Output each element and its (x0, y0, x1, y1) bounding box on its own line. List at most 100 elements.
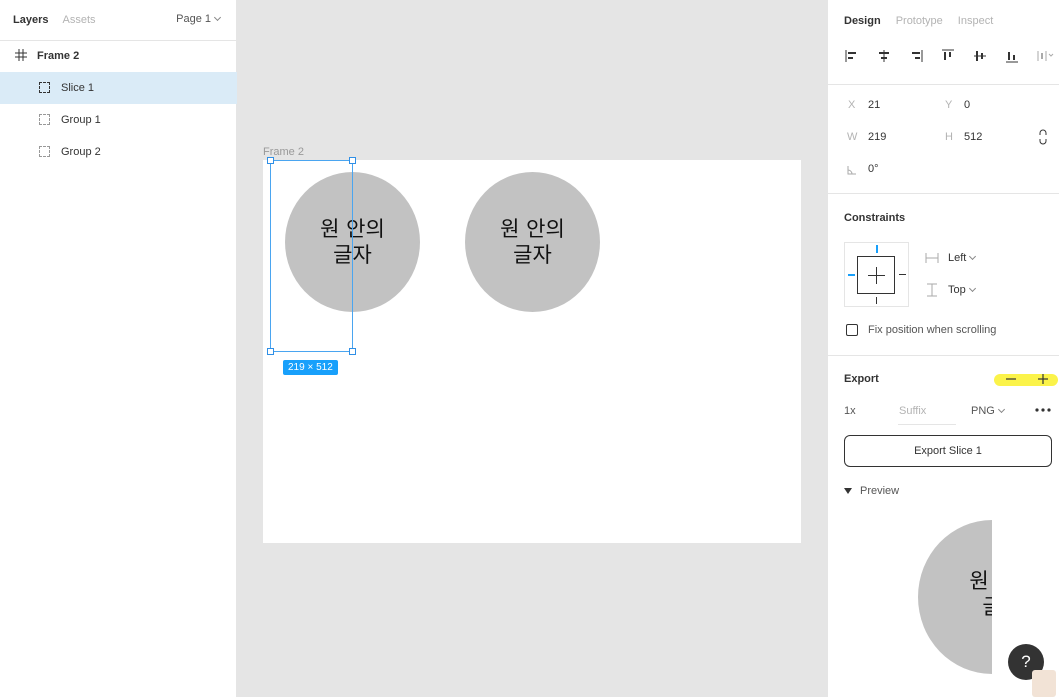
export-preview-image: 원 안 글 (918, 520, 992, 674)
tab-inspect[interactable]: Inspect (958, 15, 993, 27)
tab-prototype[interactable]: Prototype (896, 15, 943, 27)
layer-label: Frame 2 (37, 50, 80, 62)
layer-slice-1[interactable]: Slice 1 (0, 72, 237, 104)
layer-label: Slice 1 (61, 82, 95, 94)
circle-text-line2: 글자 (513, 243, 552, 267)
preview-text-line2: 글 (982, 595, 992, 619)
resize-handle-tr[interactable] (349, 157, 356, 164)
fix-position-checkbox[interactable] (846, 324, 858, 336)
align-horizontal-center-button[interactable] (876, 44, 908, 68)
circle-text-line1: 원 안의 (500, 217, 565, 241)
group-icon (39, 114, 50, 125)
rotation-icon (847, 166, 856, 175)
chevron-down-icon (968, 284, 976, 293)
preview-toggle[interactable]: Preview (860, 485, 899, 497)
alignment-toolbar (844, 44, 1059, 68)
vertical-constraint-dropdown[interactable]: Top (948, 284, 976, 296)
height-input[interactable]: 512 (964, 131, 982, 143)
group-icon (39, 146, 50, 157)
export-button-label: Export Slice 1 (914, 445, 982, 457)
constraint-left-indicator[interactable] (848, 274, 855, 276)
divider (828, 193, 1059, 194)
export-scale-dropdown[interactable]: 1x (844, 405, 856, 417)
plus-icon[interactable] (1037, 373, 1049, 385)
export-format-value: PNG (971, 405, 995, 417)
circle-group-2[interactable]: 원 안의 글자 (465, 172, 600, 312)
help-icon: ? (1021, 652, 1031, 671)
align-top-icon (942, 49, 954, 60)
distribute-button[interactable] (1036, 44, 1059, 68)
properties-panel: Design Prototype Inspect X 21 Y 0 W 219 … (827, 0, 1059, 697)
constraint-inner-box (857, 256, 895, 294)
x-label: X (848, 99, 856, 111)
export-slice-button[interactable]: Export Slice 1 (844, 435, 1052, 467)
layers-panel: Layers Assets Page 1 Frame 2 Slice 1 Gro… (0, 0, 237, 697)
layer-frame-2[interactable]: Frame 2 (0, 40, 237, 72)
align-top-button[interactable] (940, 44, 972, 68)
chevron-down-icon (969, 252, 977, 261)
horizontal-constraint-icon (925, 253, 939, 263)
canvas[interactable]: Frame 2 원 안의 글자 원 안의 글자 219 × 512 (237, 0, 827, 697)
width-input[interactable]: 219 (868, 131, 886, 143)
right-panel-tabs: Design Prototype Inspect (828, 0, 1059, 41)
fix-position-label: Fix position when scrolling (868, 324, 997, 336)
avatar-thumbnail (1032, 670, 1056, 697)
chevron-down-icon (213, 13, 222, 22)
y-input[interactable]: 0 (964, 99, 970, 111)
resize-handle-br[interactable] (349, 348, 356, 355)
constraint-top-indicator[interactable] (876, 245, 878, 253)
constraint-center-h[interactable] (868, 275, 885, 276)
export-suffix-input[interactable]: Suffix (899, 405, 926, 417)
align-left-icon (845, 50, 856, 62)
y-label: Y (945, 99, 953, 111)
caret-down-icon[interactable] (844, 488, 852, 494)
align-right-button[interactable] (908, 44, 940, 68)
w-label: W (847, 131, 858, 143)
horizontal-constraint-dropdown[interactable]: Left (948, 252, 977, 264)
layer-label: Group 1 (61, 114, 101, 126)
suffix-underline (898, 424, 956, 425)
distribute-icon (1037, 51, 1054, 61)
rotation-input[interactable]: 0° (868, 163, 879, 175)
tab-assets[interactable]: Assets (62, 14, 95, 26)
align-bottom-icon (1006, 52, 1018, 63)
preview-text: 원 안 글 (940, 568, 992, 620)
layer-group-2[interactable]: Group 2 (0, 136, 237, 168)
align-vertical-center-button[interactable] (972, 44, 1004, 68)
frame-icon (15, 49, 27, 61)
chevron-down-icon (997, 405, 1005, 414)
align-bottom-button[interactable] (1004, 44, 1036, 68)
export-title: Export (844, 373, 879, 385)
align-h-center-icon (879, 50, 889, 62)
align-right-icon (912, 50, 923, 62)
layer-label: Group 2 (61, 146, 101, 158)
resize-handle-tl[interactable] (267, 157, 274, 164)
vertical-constraint-icon (927, 283, 937, 297)
page-selector-label: Page 1 (176, 13, 211, 25)
selection-size-badge: 219 × 512 (283, 360, 338, 375)
tab-design[interactable]: Design (844, 15, 881, 27)
constraint-right-indicator[interactable] (899, 274, 906, 275)
layer-group-1[interactable]: Group 1 (0, 104, 237, 136)
x-input[interactable]: 21 (868, 99, 880, 111)
page-selector[interactable]: Page 1 (176, 13, 222, 25)
preview-text-line1: 원 안 (969, 569, 992, 593)
minus-icon[interactable] (1005, 373, 1017, 385)
h-label: H (945, 131, 953, 143)
export-format-dropdown[interactable]: PNG (971, 405, 1005, 417)
slice-icon (39, 82, 50, 93)
tab-layers[interactable]: Layers (13, 14, 48, 26)
constraint-widget[interactable] (844, 242, 909, 307)
align-left-button[interactable] (844, 44, 876, 68)
horizontal-constraint-value: Left (948, 252, 967, 264)
constrain-proportions-icon[interactable] (1038, 129, 1048, 145)
vertical-constraint-value: Top (948, 284, 966, 296)
divider (828, 84, 1059, 85)
constraint-bottom-indicator[interactable] (876, 297, 877, 304)
slice-selection[interactable] (267, 157, 356, 355)
divider (828, 355, 1059, 356)
constraints-title: Constraints (844, 212, 906, 224)
more-options-icon[interactable] (1034, 407, 1052, 413)
resize-handle-bl[interactable] (267, 348, 274, 355)
align-v-center-icon (974, 51, 986, 61)
